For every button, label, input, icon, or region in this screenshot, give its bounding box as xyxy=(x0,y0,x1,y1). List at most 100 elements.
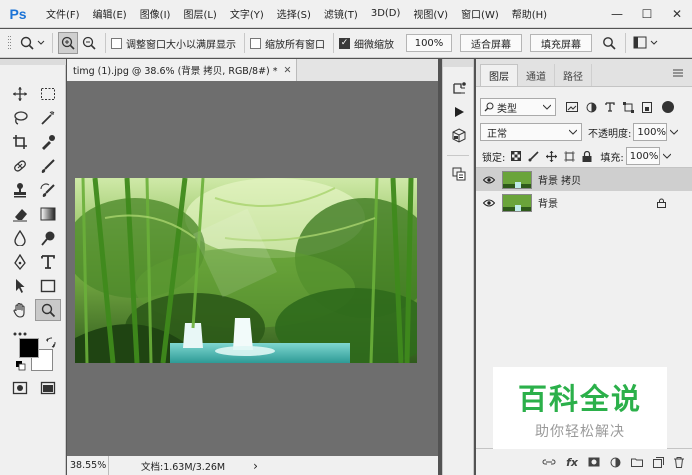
layer-row-background-copy[interactable]: 背景 拷贝 xyxy=(476,168,692,191)
rectangle-tool-icon[interactable] xyxy=(35,275,61,297)
blend-mode-select[interactable]: 正常 xyxy=(480,123,582,141)
layer-name: 背景 拷贝 xyxy=(538,176,582,187)
tab-channels[interactable]: 通道 xyxy=(518,64,555,86)
lock-fill-row: 锁定: 填充: 100% xyxy=(476,145,692,167)
tab-strip xyxy=(297,59,438,81)
menu-select[interactable]: 选择(S) xyxy=(277,6,311,21)
lock-icons xyxy=(511,150,592,162)
watermark-title: 百科全说 xyxy=(517,381,642,416)
dock-header xyxy=(443,59,473,67)
zoom-out-icon[interactable] xyxy=(78,32,100,54)
menu-image[interactable]: 图像(I) xyxy=(140,6,171,21)
separator xyxy=(625,33,626,53)
eraser-tool-icon[interactable] xyxy=(7,203,33,225)
new-layer-icon xyxy=(653,456,664,468)
layer-row-background[interactable]: 背景 xyxy=(476,191,692,214)
search-icon[interactable] xyxy=(598,32,620,54)
close-tab-icon[interactable]: ✕ xyxy=(284,65,292,76)
move-tool-icon[interactable] xyxy=(7,83,33,105)
document-tab[interactable]: timg (1).jpg @ 38.6% (背景 拷贝, RGB/8#) * ✕ xyxy=(67,59,297,81)
menu-layer[interactable]: 图层(L) xyxy=(183,6,216,21)
paragraph-panel-icon[interactable] xyxy=(448,163,470,185)
maximize-button[interactable]: ☐ xyxy=(632,0,662,28)
filter-toggle[interactable] xyxy=(662,101,674,113)
filter-pixel-icon xyxy=(566,102,578,112)
crop-tool-icon[interactable] xyxy=(7,131,33,153)
menu-window[interactable]: 窗口(W) xyxy=(461,6,499,21)
healing-brush-tool-icon[interactable] xyxy=(7,155,33,177)
lock-icon xyxy=(657,198,666,208)
close-button[interactable]: ✕ xyxy=(662,0,692,28)
resize-windows-checkbox[interactable] xyxy=(111,37,122,49)
gradient-tool-icon[interactable] xyxy=(35,203,61,225)
path-selection-tool-icon[interactable] xyxy=(7,275,33,297)
menu-type[interactable]: 文字(Y) xyxy=(230,6,264,21)
link-layers-icon xyxy=(542,459,556,465)
chevron-down-icon xyxy=(662,153,671,159)
tab-paths[interactable]: 路径 xyxy=(555,64,592,86)
history-brush-tool-icon[interactable] xyxy=(35,179,61,201)
zoom-in-icon[interactable] xyxy=(58,32,78,54)
lock-artboard-icon xyxy=(564,150,576,162)
zoom-percentage-field[interactable]: 38.55% xyxy=(67,456,109,475)
blur-tool-icon[interactable] xyxy=(7,227,33,249)
fill-screen-button[interactable]: 填充屏幕 xyxy=(530,34,592,52)
image-canvas[interactable] xyxy=(75,178,417,363)
workspace-switcher[interactable] xyxy=(631,32,661,54)
menu-help[interactable]: 帮助(H) xyxy=(512,6,547,21)
visibility-eye-icon[interactable] xyxy=(476,176,502,184)
hand-tool-icon[interactable] xyxy=(7,299,33,321)
filter-kind-label: 类型 xyxy=(497,103,517,115)
chevron-down-icon xyxy=(543,104,551,110)
magic-wand-tool-icon[interactable] xyxy=(35,107,61,129)
delete-layer-icon xyxy=(674,456,684,468)
menu-file[interactable]: 文件(F) xyxy=(46,6,80,21)
fill-field[interactable]: 100% xyxy=(625,147,660,165)
zoom-value-field[interactable]: 100% xyxy=(406,34,452,52)
filter-shape-icon xyxy=(623,101,634,113)
filter-kind-select[interactable]: 类型 xyxy=(480,98,556,116)
lasso-tool-icon[interactable] xyxy=(7,107,33,129)
options-bar: 调整窗口大小以满屏显示 缩放所有窗口 ✓ 细微缩放 100% 适合屏幕 填充屏幕 xyxy=(0,29,692,58)
adjustment-layer-icon xyxy=(610,457,621,467)
scrubby-zoom-checkbox[interactable]: ✓ xyxy=(339,37,350,49)
minimize-button[interactable]: — xyxy=(602,0,632,28)
tools-panel xyxy=(0,59,66,475)
brush-tool-icon[interactable] xyxy=(35,155,61,177)
menu-edit[interactable]: 编辑(E) xyxy=(93,6,127,21)
screen-mode-icon[interactable] xyxy=(35,377,61,399)
visibility-eye-icon[interactable] xyxy=(476,199,502,207)
menu-view[interactable]: 视图(V) xyxy=(413,6,448,21)
lock-transparent-icon xyxy=(511,151,522,161)
default-colors-icon[interactable] xyxy=(16,361,26,371)
tab-layers[interactable]: 图层 xyxy=(480,64,518,86)
layer-style-fx-button[interactable]: fx xyxy=(566,456,578,469)
clone-stamp-tool-icon[interactable] xyxy=(7,179,33,201)
new-group-icon xyxy=(631,458,643,467)
dodge-tool-icon[interactable] xyxy=(35,227,61,249)
fit-screen-button[interactable]: 适合屏幕 xyxy=(460,34,522,52)
filter-smart-object-icon xyxy=(642,101,652,113)
marquee-tool-icon[interactable] xyxy=(35,83,61,105)
zoom-tool-preset-picker[interactable] xyxy=(17,32,47,54)
menu-filter[interactable]: 滤镜(T) xyxy=(324,6,358,21)
foreground-color-swatch[interactable] xyxy=(19,338,39,358)
swap-colors-icon[interactable] xyxy=(44,336,56,348)
panel-menu-icon[interactable] xyxy=(672,68,684,81)
eyedropper-tool-icon[interactable] xyxy=(35,131,61,153)
type-tool-icon[interactable] xyxy=(35,251,61,273)
menu-3d[interactable]: 3D(D) xyxy=(371,8,401,19)
opacity-field[interactable]: 100% xyxy=(633,123,668,141)
quick-mask-icon[interactable] xyxy=(7,377,33,399)
3d-panel-icon[interactable] xyxy=(448,125,470,147)
dock-divider xyxy=(447,155,469,156)
lock-label: 锁定: xyxy=(482,152,506,164)
filter-type-icon xyxy=(605,102,615,112)
zoom-tool-icon[interactable] xyxy=(35,299,61,321)
status-menu-arrow[interactable]: › xyxy=(253,459,258,473)
pen-tool-icon[interactable] xyxy=(7,251,33,273)
actions-play-icon[interactable] xyxy=(448,101,470,123)
layer-thumbnail xyxy=(502,193,532,212)
history-panel-icon[interactable] xyxy=(448,77,470,99)
zoom-all-windows-checkbox[interactable] xyxy=(250,37,261,49)
